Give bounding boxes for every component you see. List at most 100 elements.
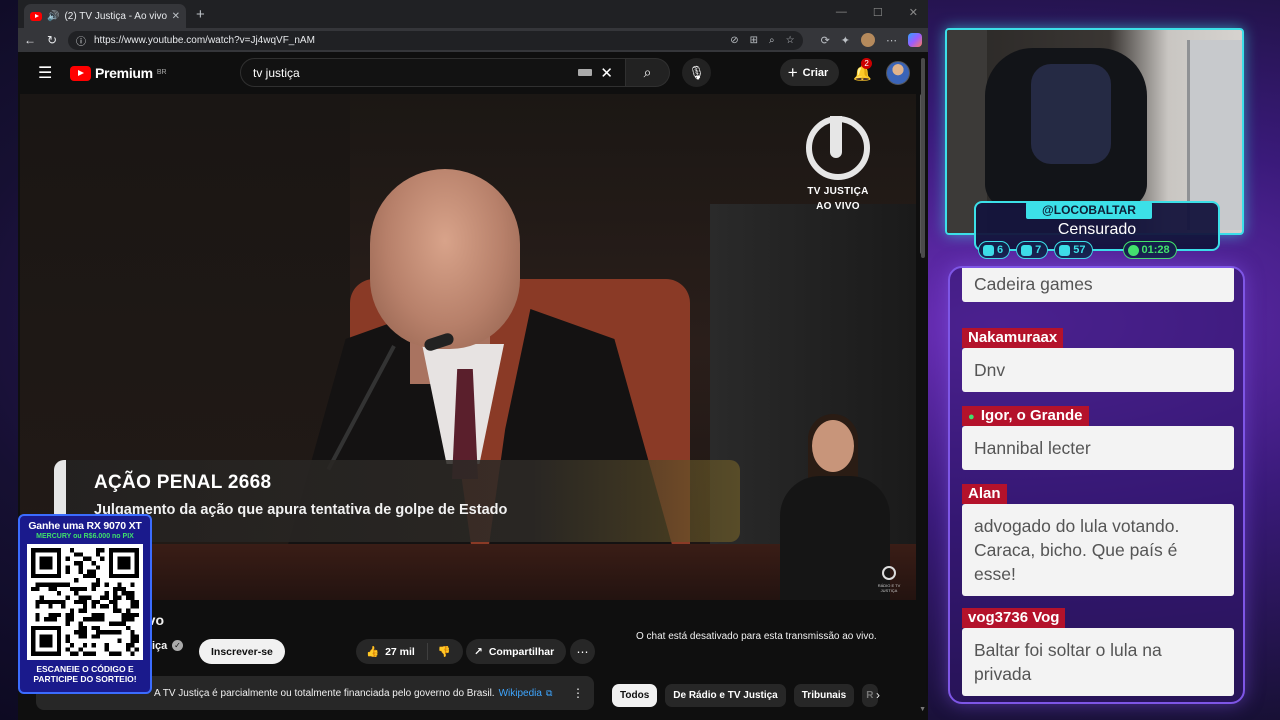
flag-icon: ● xyxy=(968,411,975,423)
speaker-icon[interactable]: 🔊 xyxy=(47,11,59,22)
chat-message: vog3736 Vog Baltar foi soltar o lula na … xyxy=(962,608,1234,696)
chat-message: Cadeira games xyxy=(962,268,1234,302)
promo-cta: ESCANEIE O CÓDIGO E PARTICIPE DO SORTEIO… xyxy=(24,664,146,684)
youtube-logo[interactable]: Premium BR xyxy=(70,65,167,81)
close-window-icon[interactable]: ✕ xyxy=(909,6,918,19)
viewer-stats: 6 7 57 01:28 xyxy=(978,241,1177,259)
menu-dots-icon[interactable]: ⋯ xyxy=(886,34,897,47)
chevron-right-icon[interactable]: › xyxy=(876,688,880,702)
zoom-icon[interactable]: ⌕ xyxy=(769,35,775,46)
hamburger-menu-icon[interactable]: ☰ xyxy=(38,63,58,83)
stat-timer: 01:28 xyxy=(1122,241,1177,259)
minimize-icon[interactable]: — xyxy=(836,6,847,19)
link-icon[interactable]: ⊘ xyxy=(730,35,738,46)
maximize-icon[interactable]: ☐ xyxy=(873,6,883,19)
lower-third-subtitle: Julgamento da ação que apura tentativa d… xyxy=(94,502,508,518)
favorite-star-icon[interactable]: ☆ xyxy=(786,35,795,46)
subscribe-button[interactable]: Inscrever-se xyxy=(199,639,285,664)
create-button[interactable]: + Criar xyxy=(779,59,840,86)
new-tab-icon[interactable]: + xyxy=(196,6,205,23)
wikipedia-link[interactable]: Wikipedia xyxy=(499,688,542,699)
promo-title: Ganhe uma RX 9070 XT xyxy=(28,520,142,532)
search-input[interactable]: tv justiça ✕ xyxy=(240,58,626,87)
stream-chat-panel: Cadeira games Nakamuraax Dnv ● Igor, o G… xyxy=(948,266,1245,704)
stat-kick-value: 57 xyxy=(1073,244,1086,256)
streamer-handle: @LOCOBALTAR xyxy=(1026,202,1152,219)
youtube-icon xyxy=(1021,244,1033,256)
twitch-icon xyxy=(983,244,994,256)
qr-code-icon xyxy=(31,548,139,656)
more-horizontal-icon: ⋯ xyxy=(576,644,589,659)
lower-third-banner: AÇÃO PENAL 2668 Julgamento da ação que a… xyxy=(54,460,740,542)
notifications-button[interactable]: 🔔 2 xyxy=(853,57,872,82)
share-icon: ↗ xyxy=(474,645,483,658)
kick-icon xyxy=(1059,244,1071,256)
search-icon: ⌕ xyxy=(643,64,652,80)
more-vertical-icon[interactable]: ⋮ xyxy=(572,686,584,700)
watermark-line-1: TV JUSTIÇA xyxy=(807,186,869,197)
reload-icon[interactable]: ↻ xyxy=(46,33,58,47)
interpreter-body xyxy=(780,476,890,600)
chip-all[interactable]: Todos xyxy=(612,684,658,707)
channel-name[interactable]: iça xyxy=(152,640,167,652)
account-avatar[interactable] xyxy=(886,60,910,85)
chat-username: ● Igor, o Grande xyxy=(962,406,1089,426)
search-query: tv justiça xyxy=(253,65,300,80)
chat-message-text: Cadeira games xyxy=(962,268,1234,302)
watermark-line-2: AO VIVO xyxy=(816,201,860,212)
youtube-favicon-icon xyxy=(30,11,42,21)
like-dislike-group: 👍 27 mil 👎 xyxy=(356,639,463,664)
related-chips: Todos De Rádio e TV Justiça Tribunais R xyxy=(612,684,879,707)
chat-disabled-message: O chat está desativado para esta transmi… xyxy=(636,631,877,642)
chip-tribunais[interactable]: Tribunais xyxy=(793,684,855,707)
chip-radio-tv-justica[interactable]: De Rádio e TV Justiça xyxy=(665,684,786,707)
site-info-icon[interactable]: ⓘ xyxy=(76,33,86,48)
clear-search-icon[interactable]: ✕ xyxy=(600,64,613,82)
keyboard-icon[interactable] xyxy=(578,69,593,76)
tab-bar: 🔊 (2) TV Justiça - Ao vivo - Yo ✕ + — ☐ … xyxy=(18,0,928,28)
notification-badge: 2 xyxy=(861,57,872,69)
funding-info-text: A TV Justiça é parcialmente ou totalment… xyxy=(154,687,495,699)
microphone-icon: 🎙 xyxy=(688,64,705,80)
scroll-down-icon[interactable]: ▼ xyxy=(919,706,926,713)
chat-message-text: advogado do lula votando. Caraca, bicho.… xyxy=(962,504,1234,596)
voice-search-button[interactable]: 🎙 xyxy=(682,58,711,87)
more-actions-button[interactable]: ⋯ xyxy=(570,639,595,664)
browser-tab[interactable]: 🔊 (2) TV Justiça - Ao vivo - Yo ✕ xyxy=(24,4,186,28)
chat-username: Alan xyxy=(962,484,1007,504)
page-scrollbar[interactable] xyxy=(921,58,925,258)
stat-youtube-value: 7 xyxy=(1035,244,1042,256)
search-area: tv justiça ✕ ⌕ 🎙 xyxy=(240,58,711,87)
qr-code xyxy=(27,544,143,660)
external-link-icon: ⧉ xyxy=(545,687,553,698)
video-player[interactable]: TV JUSTIÇA AO VIVO AÇÃO PENAL 2668 Julga… xyxy=(20,94,916,600)
promo-cta-line-1: ESCANEIE O CÓDIGO E xyxy=(36,664,134,674)
address-bar[interactable]: ⓘ https://www.youtube.com/watch?v=Jj4wqV… xyxy=(68,30,803,50)
youtube-header: ☰ Premium BR tv justiça ✕ ⌕ 🎙 + Criar 🔔 … xyxy=(18,52,928,94)
close-tab-icon[interactable]: ✕ xyxy=(172,11,180,22)
browser-window: 🔊 (2) TV Justiça - Ao vivo - Yo ✕ + — ☐ … xyxy=(18,0,928,720)
dislike-button[interactable]: 👎 xyxy=(428,645,463,658)
interpreter-head xyxy=(812,420,854,472)
search-button[interactable]: ⌕ xyxy=(626,58,670,87)
timer-icon xyxy=(1127,244,1139,256)
small-tv-justica-logo-icon xyxy=(882,566,896,580)
share-button[interactable]: ↗ Compartilhar xyxy=(466,639,567,664)
stat-twitch: 6 xyxy=(978,241,1011,259)
plus-icon: + xyxy=(787,62,798,82)
back-icon[interactable]: ← xyxy=(24,33,36,47)
like-button[interactable]: 👍 27 mil xyxy=(356,643,428,660)
puzzle-icon[interactable]: ✦ xyxy=(841,34,850,47)
stat-youtube: 7 xyxy=(1016,241,1049,259)
youtube-region: BR xyxy=(156,69,167,76)
stat-twitch-value: 6 xyxy=(997,244,1004,256)
chat-username: Nakamuraax xyxy=(962,328,1064,348)
speaker-head xyxy=(370,169,520,349)
share-label: Compartilhar xyxy=(488,645,555,658)
copilot-icon[interactable] xyxy=(908,33,922,47)
tv-justica-logo-icon xyxy=(806,116,870,180)
profile-avatar[interactable] xyxy=(861,33,875,47)
extension-icon[interactable]: ⟳ xyxy=(821,34,830,47)
promo-subtitle: MERCURY ou R$6.000 no PIX xyxy=(36,533,134,540)
apps-icon[interactable]: ⊞ xyxy=(750,35,758,46)
